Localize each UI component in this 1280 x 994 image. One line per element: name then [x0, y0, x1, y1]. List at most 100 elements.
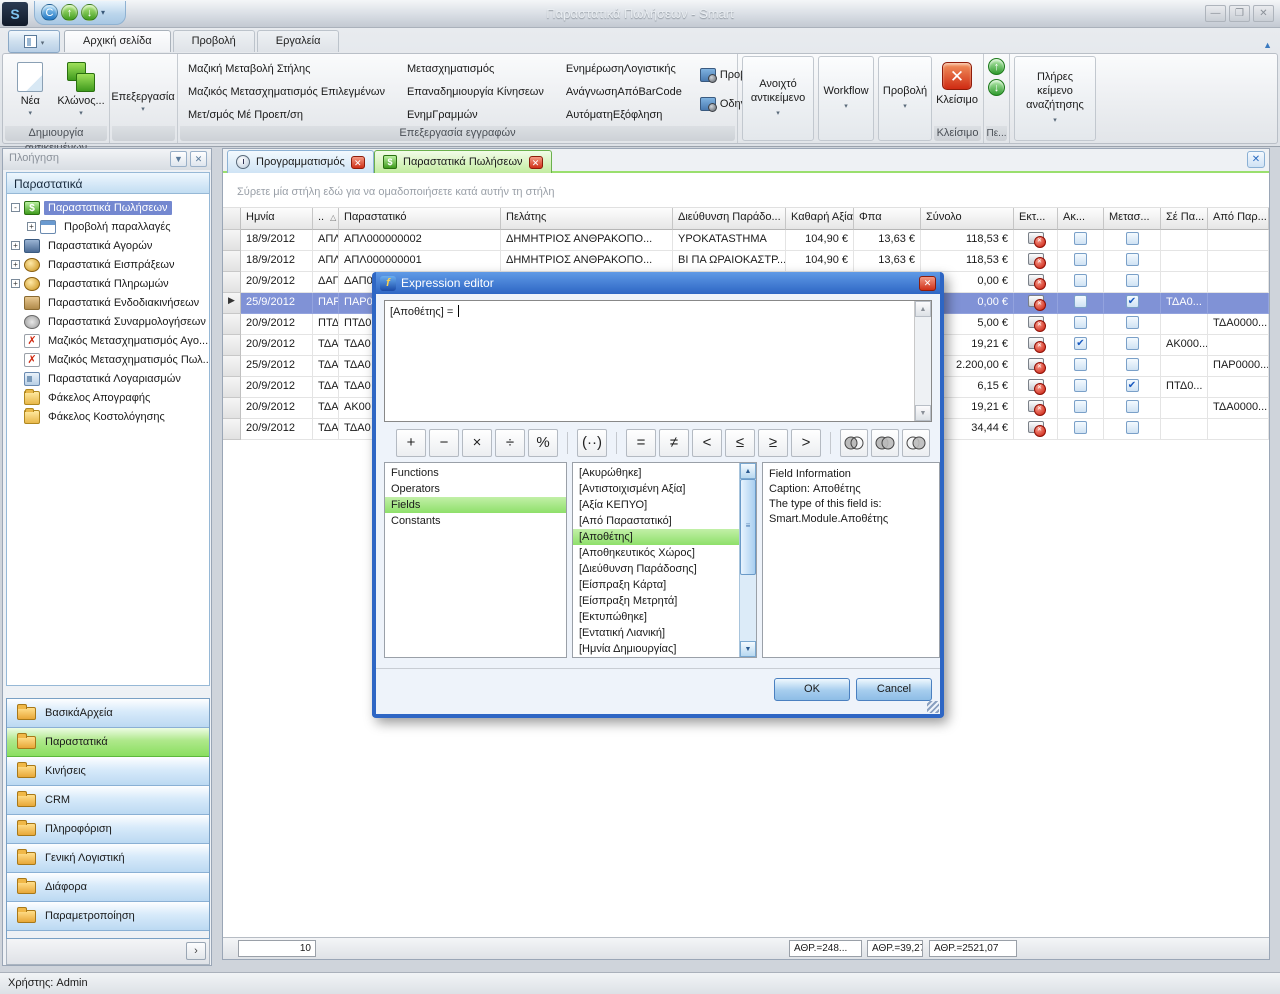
tree-item[interactable]: Παραστατικά Λογαριασμών: [7, 369, 209, 388]
tree-item[interactable]: Παραστατικά Ενδοδιακινήσεων: [7, 293, 209, 312]
doc-tab-Παραστατικά Πωλήσεων[interactable]: $Παραστατικά Πωλήσεων✕: [374, 150, 552, 173]
printer-blocked-icon[interactable]: [1027, 421, 1045, 435]
printer-blocked-icon[interactable]: [1027, 379, 1045, 393]
tree-item[interactable]: +Παραστατικά Πληρωμών: [7, 274, 209, 293]
tree-expand-icon[interactable]: +: [11, 241, 20, 250]
printer-blocked-icon[interactable]: [1027, 316, 1045, 330]
ribbon-tab-Αρχική σελίδα[interactable]: Αρχική σελίδα: [64, 30, 171, 52]
ribbon-command[interactable]: ΑυτόματηΕξόφληση: [562, 104, 686, 126]
column-header[interactable]: Εκτ...: [1014, 208, 1058, 230]
operator-button-%[interactable]: %: [528, 429, 558, 457]
printer-blocked-icon[interactable]: [1027, 358, 1045, 372]
column-header[interactable]: ..△: [313, 208, 339, 230]
ribbon-command[interactable]: Μαζικός Μετασχηματισμός Επιλεγμένων: [184, 81, 389, 103]
nav-expand-button[interactable]: ›: [186, 942, 206, 960]
column-header[interactable]: Ακ...: [1058, 208, 1104, 230]
checkbox-checked[interactable]: ✔: [1126, 379, 1139, 392]
field-item[interactable]: [Διεύθυνση Παράδοσης]: [573, 561, 739, 577]
navigate-up-icon[interactable]: ↑: [988, 58, 1005, 75]
checkbox-unchecked[interactable]: [1126, 358, 1139, 371]
ribbon-command[interactable]: ΑνάγνωσηΑπόBarCode: [562, 81, 686, 103]
tab-close-icon[interactable]: ✕: [351, 156, 365, 169]
minimize-button[interactable]: —: [1205, 5, 1226, 22]
close-panel-icon[interactable]: ✕: [1247, 151, 1265, 168]
operator-button-(··)[interactable]: (··): [577, 429, 607, 457]
clone-button[interactable]: Κλώνος... ▾: [57, 56, 104, 124]
ribbon-command[interactable]: Επαναδημιουργία Κίνησεων: [403, 81, 548, 103]
category-item-Functions[interactable]: Functions: [385, 465, 566, 481]
tree-expand-icon[interactable]: -: [11, 203, 20, 212]
field-item[interactable]: [Εντατική Λιανική]: [573, 625, 739, 641]
checkbox-unchecked[interactable]: [1126, 316, 1139, 329]
operator-button-<[interactable]: <: [692, 429, 722, 457]
new-button[interactable]: Νέα ▾: [7, 56, 53, 124]
checkbox-unchecked[interactable]: [1126, 253, 1139, 266]
field-item[interactable]: [Αντιστοιχισμένη Αξία]: [573, 481, 739, 497]
pin-icon[interactable]: ▼: [170, 151, 187, 167]
tree-expand-icon[interactable]: +: [27, 222, 36, 231]
column-header[interactable]: Από Παρ...: [1208, 208, 1269, 230]
operator-button-≤[interactable]: ≤: [725, 429, 755, 457]
field-item[interactable]: [Αξία ΚΕΠΥΟ]: [573, 497, 739, 513]
column-header[interactable]: Φπα: [854, 208, 921, 230]
ok-button[interactable]: OK: [774, 678, 850, 701]
printer-blocked-icon[interactable]: [1027, 400, 1045, 414]
printer-blocked-icon[interactable]: [1027, 274, 1045, 288]
printer-blocked-icon[interactable]: [1027, 295, 1045, 309]
workflow-button[interactable]: Workflow ▾: [818, 56, 874, 141]
ribbon-command[interactable]: ΕνημέρωσηΛογιστικής: [562, 58, 686, 80]
operator-button->[interactable]: >: [791, 429, 821, 457]
sidebar-module-Διάφορα[interactable]: Διάφορα: [7, 873, 209, 902]
ribbon-command[interactable]: Μετασχηματισμός: [403, 58, 548, 80]
scroll-up-icon[interactable]: ▲: [915, 301, 931, 317]
field-item[interactable]: [Είσπραξη Κάρτα]: [573, 577, 739, 593]
fulltext-search-button[interactable]: Πλήρες κείμενο αναζήτησης ▾: [1014, 56, 1096, 141]
operator-button-≠[interactable]: ≠: [659, 429, 689, 457]
field-item[interactable]: [Από Παραστατικό]: [573, 513, 739, 529]
checkbox-unchecked[interactable]: [1126, 400, 1139, 413]
ribbon-tab-Προβολή[interactable]: Προβολή: [173, 30, 255, 52]
venn-union-button[interactable]: [871, 429, 899, 457]
open-object-button[interactable]: Ανοιχτό αντικείμενο ▾: [742, 56, 814, 141]
operator-button-=[interactable]: =: [626, 429, 656, 457]
printer-blocked-icon[interactable]: [1027, 253, 1045, 267]
checkbox-unchecked[interactable]: [1074, 295, 1087, 308]
tree-item[interactable]: +Παραστατικά Εισπράξεων: [7, 255, 209, 274]
application-menu-button[interactable]: ▾: [8, 30, 60, 53]
operator-button-×[interactable]: ×: [462, 429, 492, 457]
checkbox-checked[interactable]: ✔: [1126, 295, 1139, 308]
ribbon-command[interactable]: Μαζική Μεταβολή Στήλης: [184, 58, 389, 80]
tab-close-icon[interactable]: ✕: [529, 156, 543, 169]
navigate-down-icon[interactable]: ↓: [988, 79, 1005, 96]
field-item[interactable]: [Αποθηκευτικός Χώρος]: [573, 545, 739, 561]
table-row[interactable]: 18/9/2012ΑΠΛΑΠΛ000000002ΔΗΜΗΤΡΙΟΣ ΑΝΘΡΑΚ…: [223, 230, 1269, 251]
tree-expand-icon[interactable]: +: [11, 279, 20, 288]
venn-left-button[interactable]: [902, 429, 930, 457]
ribbon-tab-Εργαλεία[interactable]: Εργαλεία: [257, 30, 340, 52]
sidebar-module-Παραμετροποίηση[interactable]: Παραμετροποίηση: [7, 902, 209, 931]
tree-item[interactable]: ✗Μαζικός Μετασχηματισμός Πωλ...: [7, 350, 209, 369]
sidebar-module-Παραστατικά[interactable]: Παραστατικά: [7, 728, 209, 757]
scroll-down-icon[interactable]: ▼: [915, 405, 931, 421]
venn-intersection-button[interactable]: [840, 429, 868, 457]
column-header[interactable]: Καθαρή Αξία: [786, 208, 854, 230]
sidebar-module-Κινήσεις[interactable]: Κινήσεις: [7, 757, 209, 786]
printer-blocked-icon[interactable]: [1027, 337, 1045, 351]
scrollbar-thumb[interactable]: ≡: [740, 479, 756, 575]
operator-button-+[interactable]: +: [396, 429, 426, 457]
field-item[interactable]: [Εκτυπώθηκε]: [573, 609, 739, 625]
doc-tab-Προγραμματισμός[interactable]: Προγραμματισμός✕: [227, 150, 374, 173]
checkbox-unchecked[interactable]: [1126, 337, 1139, 350]
field-item[interactable]: [Ημνία Δημιουργίας]: [573, 641, 739, 657]
operator-button-≥[interactable]: ≥: [758, 429, 788, 457]
field-item[interactable]: [Ακυρώθηκε]: [573, 465, 739, 481]
checkbox-unchecked[interactable]: [1074, 400, 1087, 413]
category-item-Operators[interactable]: Operators: [385, 481, 566, 497]
checkbox-unchecked[interactable]: [1074, 421, 1087, 434]
ribbon-command[interactable]: ΕνημΓραμμών: [403, 104, 548, 126]
dialog-close-icon[interactable]: ✕: [919, 276, 936, 291]
checkbox-unchecked[interactable]: [1074, 274, 1087, 287]
tree-item[interactable]: +Προβολή παραλλαγές: [7, 217, 209, 236]
field-item[interactable]: [Είσπραξη Μετρητά]: [573, 593, 739, 609]
view-button[interactable]: Προβολή ▾: [878, 56, 932, 141]
